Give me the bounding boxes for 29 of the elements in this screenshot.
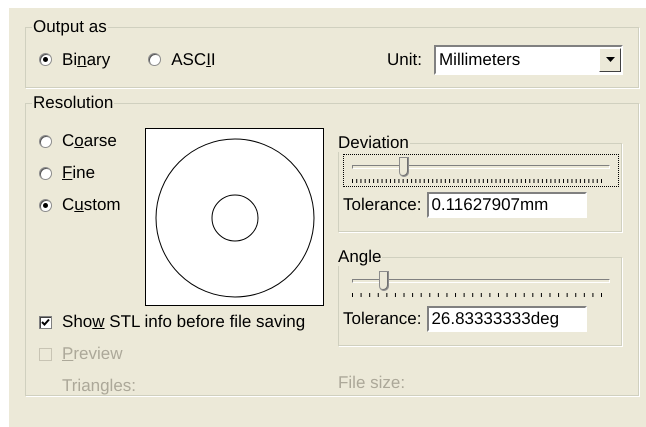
slider-thumb[interactable]: [399, 157, 410, 177]
radio-button[interactable]: [39, 166, 52, 180]
group-title: Resolution: [32, 94, 114, 112]
unit-dropdown[interactable]: Millimeters: [434, 44, 623, 74]
triangles-label: Triangles:: [62, 375, 138, 397]
option-label: Fine: [62, 163, 96, 183]
file-size-label: File size:: [338, 372, 406, 394]
group-title: Output as: [32, 18, 108, 36]
option-label: Custom: [62, 195, 121, 215]
radio-button[interactable]: [148, 53, 162, 66]
unit-label: Unit:: [387, 48, 422, 71]
option-label: ASCII: [171, 50, 216, 70]
slider-thumb[interactable]: [378, 271, 389, 291]
radio-button[interactable]: [39, 134, 52, 148]
checkbox[interactable]: [39, 316, 52, 328]
tolerance-field[interactable]: 26.83333333deg: [427, 306, 588, 332]
group-title: Angle: [337, 248, 382, 266]
radio-button[interactable]: [39, 198, 52, 212]
tolerance-label: Tolerance:: [343, 194, 422, 216]
dropdown-caret-icon[interactable]: [599, 48, 621, 72]
option-label: Coarse: [62, 131, 117, 151]
option-label: Binary: [62, 50, 110, 70]
tolerance-field[interactable]: 0.11627907mm: [427, 192, 588, 218]
group-title: Deviation: [337, 134, 410, 152]
option-label: Show STL info before file saving: [62, 312, 306, 332]
tolerance-label: Tolerance:: [343, 308, 422, 330]
slider[interactable]: [343, 154, 619, 187]
radio-button[interactable]: [39, 53, 52, 66]
option-label: Preview: [62, 344, 122, 364]
